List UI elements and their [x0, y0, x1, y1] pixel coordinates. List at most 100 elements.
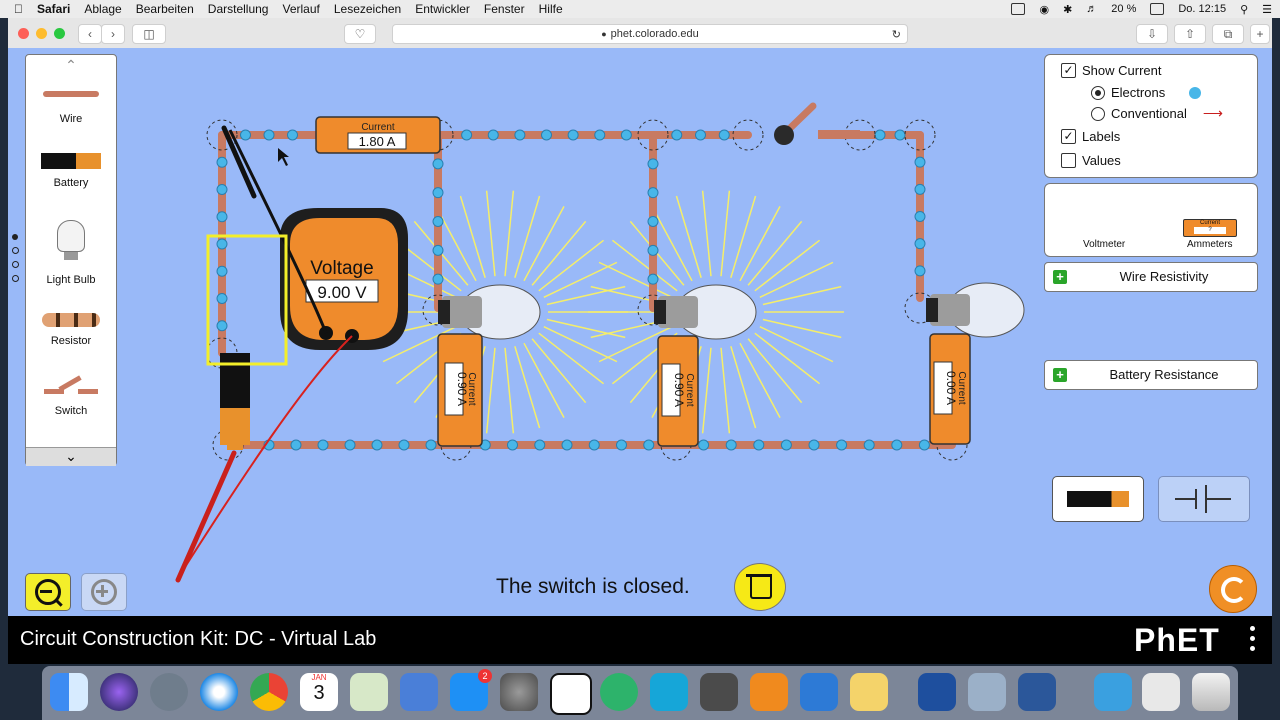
spotlight-icon[interactable]: ⚲	[1240, 3, 1248, 16]
delete-button[interactable]	[734, 563, 786, 611]
app-icon[interactable]	[550, 673, 592, 715]
branch-ammeter-1[interactable]: 0.90 A Current	[437, 333, 483, 447]
page-dot-1[interactable]	[12, 234, 18, 240]
labels-checkbox[interactable]: ✓ Labels	[1061, 129, 1120, 144]
address-bar[interactable]: ● phet.colorado.edu ↻	[392, 24, 908, 44]
main-ammeter[interactable]: Current 1.80 A	[315, 116, 441, 154]
share-button[interactable]: ⇧	[1174, 24, 1206, 44]
notification-center-icon[interactable]: ☰	[1262, 3, 1272, 16]
menu-ablage[interactable]: Ablage	[84, 2, 121, 16]
downloads-stack-icon[interactable]	[1094, 673, 1132, 711]
component-palette: ⌃ Wire Battery Light Bulb Resistor Switc…	[25, 54, 117, 466]
branch-ammeter-3[interactable]: 0.00 A Current	[929, 333, 971, 445]
atom-icon[interactable]	[600, 673, 638, 711]
phet-logo[interactable]: PhET	[1134, 622, 1220, 659]
electrons-radio[interactable]: Electrons	[1091, 85, 1202, 100]
branch-ammeter-2[interactable]: 0.90 A Current	[657, 335, 699, 447]
minimize-window-button[interactable]	[36, 28, 47, 39]
palette-scroll-down-button[interactable]: ⌄	[26, 447, 116, 466]
maps-icon[interactable]	[350, 673, 388, 711]
menu-bearbeiten[interactable]: Bearbeiten	[136, 2, 194, 16]
phet-menu-button[interactable]	[1250, 626, 1255, 651]
new-tab-button[interactable]: +	[1250, 24, 1270, 44]
app-store-icon[interactable]: 2	[450, 669, 492, 711]
battery[interactable]	[220, 353, 250, 450]
photo-booth-icon[interactable]	[700, 673, 738, 711]
screen-record-icon[interactable]	[1011, 3, 1026, 15]
light-bulb-icon	[57, 220, 85, 252]
documents-stack-icon[interactable]	[1142, 673, 1180, 711]
palette-item-resistor[interactable]: Resistor	[26, 313, 116, 347]
reload-icon[interactable]: ↻	[892, 28, 901, 41]
values-label: Values	[1082, 153, 1121, 168]
zoom-in-button[interactable]	[81, 573, 127, 611]
palette-scroll-up-button[interactable]: ⌃	[56, 57, 86, 73]
zoom-out-button[interactable]	[25, 573, 71, 611]
sidebar-button[interactable]: ◫	[132, 24, 166, 44]
battery-percent[interactable]: 20 %	[1111, 3, 1136, 15]
apple-icon[interactable]: 	[14, 2, 23, 16]
simulation-area[interactable]: Current 1.80 A 0.90 A Current 0.90 A Cur…	[8, 48, 1272, 616]
forward-button[interactable]: ›	[101, 24, 125, 44]
menu-darstellung[interactable]: Darstellung	[208, 2, 269, 16]
image-capture-icon[interactable]	[968, 673, 1006, 711]
tabs-overview-button[interactable]: ⧉	[1212, 24, 1244, 44]
downloads-button[interactable]: ⇩	[1136, 24, 1168, 44]
switch[interactable]	[774, 102, 860, 145]
light-bulb-1[interactable]	[438, 284, 541, 340]
page-dot-4[interactable]	[12, 275, 19, 282]
voltmeter[interactable]: Voltage 9.00 V	[177, 129, 408, 579]
values-checkbox[interactable]: Values	[1061, 153, 1121, 168]
chrome-icon[interactable]	[250, 673, 288, 711]
palette-item-switch[interactable]: Switch	[26, 375, 116, 417]
preview-icon[interactable]	[850, 673, 888, 711]
light-bulb-2[interactable]	[654, 284, 757, 340]
wifi-icon[interactable]: ◉	[1039, 3, 1049, 16]
voltmeter-tool[interactable]	[1057, 194, 1131, 234]
volume-icon[interactable]: ♬	[1086, 3, 1097, 15]
siri-icon[interactable]	[100, 673, 138, 711]
menu-fenster[interactable]: Fenster	[484, 2, 525, 16]
reset-all-button[interactable]	[1209, 565, 1257, 613]
menu-entwickler[interactable]: Entwickler	[415, 2, 470, 16]
page-dot-2[interactable]	[12, 247, 19, 254]
calendar-icon[interactable]: JAN 3	[300, 673, 338, 711]
privacy-report-button[interactable]: ♡	[344, 24, 376, 44]
system-preferences-icon[interactable]	[500, 673, 538, 711]
back-button[interactable]: ‹	[78, 24, 102, 44]
electron	[891, 439, 903, 451]
palette-label-light-bulb: Light Bulb	[46, 274, 96, 286]
menu-safari[interactable]: Safari	[37, 2, 70, 16]
page-dot-3[interactable]	[12, 261, 19, 268]
clock[interactable]: Do. 12:15	[1178, 3, 1226, 15]
menu-verlauf[interactable]: Verlauf	[282, 2, 319, 16]
palette-item-light-bulb[interactable]: Light Bulb	[26, 220, 116, 286]
show-current-checkbox[interactable]: ✓ Show Current	[1061, 63, 1161, 78]
conventional-radio[interactable]: Conventional ⟶	[1091, 105, 1223, 122]
mobile-icon[interactable]	[918, 673, 956, 711]
wire-resistivity-accordion[interactable]: + Wire Resistivity	[1044, 262, 1258, 292]
menu-lesezeichen[interactable]: Lesezeichen	[334, 2, 401, 16]
show-current-check-icon: ✓	[1061, 63, 1076, 78]
safari-icon[interactable]	[200, 673, 238, 711]
palette-item-battery[interactable]: Battery	[26, 153, 116, 189]
launchpad-icon[interactable]	[150, 673, 188, 711]
zoom-window-button[interactable]	[54, 28, 65, 39]
xcode-icon[interactable]	[800, 673, 838, 711]
finder-icon[interactable]	[50, 673, 88, 711]
books-icon[interactable]	[750, 673, 788, 711]
word-icon[interactable]	[1018, 673, 1056, 711]
ammeter-tool[interactable]: Current ?	[1183, 219, 1237, 237]
red-probe[interactable]	[175, 450, 237, 583]
close-window-button[interactable]	[18, 28, 29, 39]
lifelike-view-button[interactable]	[1052, 476, 1144, 522]
light-bulb-3[interactable]	[926, 282, 1025, 338]
palette-item-wire[interactable]: Wire	[26, 91, 116, 125]
trash-icon[interactable]	[1192, 673, 1230, 711]
codeanywhere-icon[interactable]	[650, 673, 688, 711]
battery-resistance-accordion[interactable]: + Battery Resistance	[1044, 360, 1258, 390]
keynote-icon[interactable]	[400, 673, 438, 711]
menu-hilfe[interactable]: Hilfe	[539, 2, 563, 16]
bluetooth-icon[interactable]: ✱	[1063, 3, 1072, 16]
schematic-view-button[interactable]	[1158, 476, 1250, 522]
